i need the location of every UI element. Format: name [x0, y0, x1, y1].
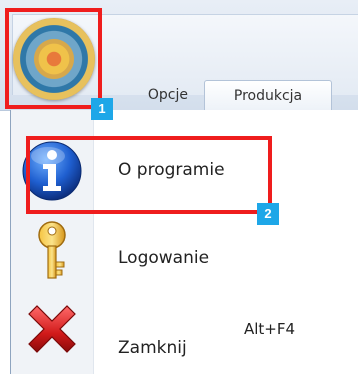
annotation-badge-2: 2 [257, 203, 279, 225]
highlight-box-2 [26, 136, 272, 214]
menu-item-shortcut: Alt+F4 [244, 320, 296, 338]
tab-produkcja[interactable]: Produkcja [204, 80, 332, 111]
highlight-box-1 [5, 8, 102, 109]
menu-item-zamknij[interactable]: Zamknij Alt+F4 [11, 296, 358, 374]
tab-partial[interactable] [340, 80, 358, 110]
menu-item-label: Logowanie [118, 248, 210, 268]
menu-item-label: Zamknij [118, 338, 187, 358]
menu-item-logowanie[interactable]: Logowanie [11, 220, 358, 298]
annotation-badge-1: 1 [91, 98, 113, 120]
key-icon [21, 220, 83, 282]
close-icon [21, 300, 83, 362]
tab-opcje[interactable]: Opcje [110, 80, 192, 110]
